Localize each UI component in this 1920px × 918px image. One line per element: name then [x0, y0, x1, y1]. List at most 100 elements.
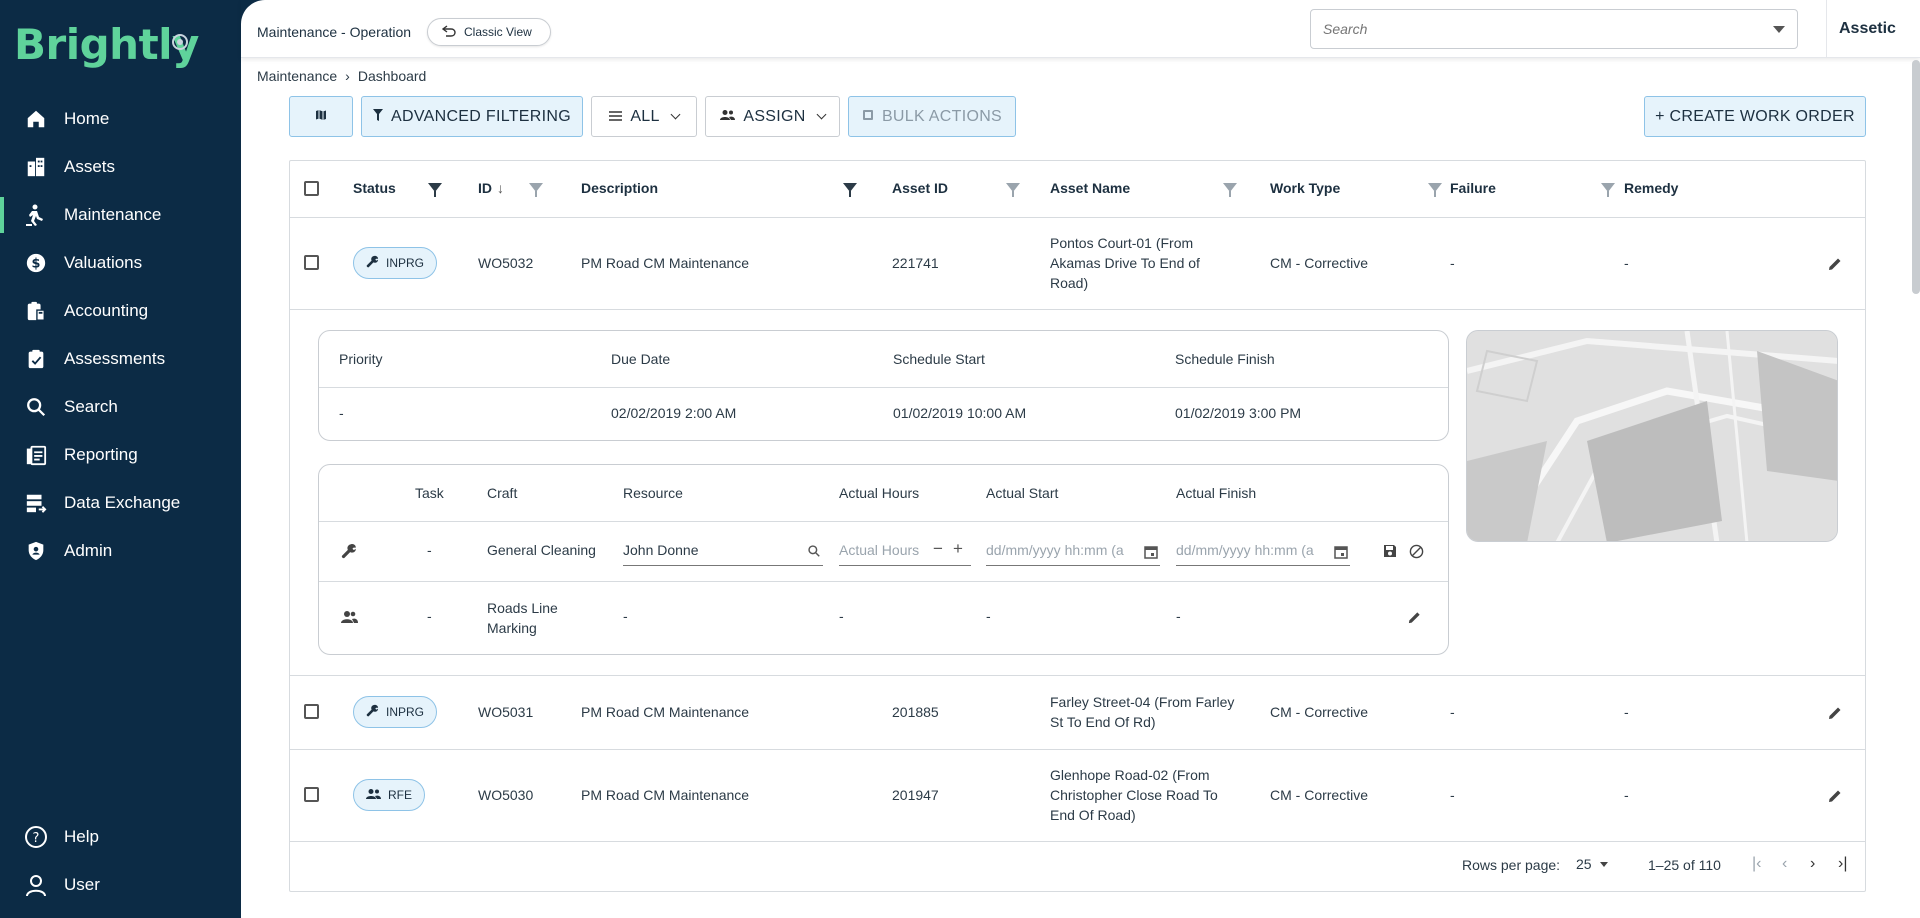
calendar-icon[interactable] — [1144, 545, 1158, 559]
id-filter-icon[interactable] — [529, 183, 543, 197]
sidebar-item-user[interactable]: User — [0, 863, 241, 907]
sort-desc-icon[interactable]: ↓ — [497, 180, 504, 196]
sidebar-item-valuations[interactable]: $ Valuations — [0, 241, 241, 285]
priority-header: Priority — [339, 351, 383, 367]
next-page-icon[interactable]: › — [1810, 855, 1815, 873]
remedy: - — [1624, 255, 1629, 271]
collapse-sidebar-icon[interactable] — [172, 34, 188, 50]
column-asset-id[interactable]: Asset ID — [892, 180, 948, 196]
sidebar-item-label: Accounting — [64, 301, 149, 320]
actual-hours-header: Actual Hours — [839, 485, 920, 501]
sidebar-item-search[interactable]: Search — [0, 385, 241, 429]
select-all-checkbox[interactable] — [304, 181, 319, 196]
sidebar-item-assets[interactable]: Assets — [0, 145, 241, 189]
actual-hours-field[interactable]: Actual Hours − + — [839, 535, 971, 566]
sidebar-item-assessments[interactable]: Assessments — [0, 337, 241, 381]
data-exchange-icon — [24, 491, 48, 515]
asset-id: 221741 — [892, 255, 939, 271]
table-row[interactable]: INPRG WO5032 PM Road CM Maintenance 2217… — [290, 218, 1865, 310]
sidebar-item-reporting[interactable]: Reporting — [0, 433, 241, 477]
prev-page-icon[interactable]: ‹ — [1782, 855, 1787, 873]
edit-icon[interactable] — [1827, 256, 1843, 272]
calendar-icon[interactable] — [1334, 545, 1348, 559]
sidebar-item-accounting[interactable]: Accounting — [0, 289, 241, 333]
column-work-type[interactable]: Work Type — [1270, 180, 1340, 196]
resource-input-value[interactable]: John Donne — [623, 542, 699, 558]
plus-icon[interactable]: + — [953, 539, 963, 559]
divider — [1826, 0, 1827, 58]
craft-line: Marking — [487, 620, 537, 636]
map-toggle-button[interactable] — [289, 96, 353, 137]
edit-icon[interactable] — [1827, 788, 1843, 804]
actual-start-placeholder[interactable]: dd/mm/yyyy hh:mm (a — [986, 542, 1124, 558]
asset-name-filter-icon[interactable] — [1223, 183, 1237, 197]
asset-id-filter-icon[interactable] — [1006, 183, 1020, 197]
rows-per-page-value[interactable]: 25 — [1576, 856, 1592, 872]
actual-start-field[interactable]: dd/mm/yyyy hh:mm (a — [986, 535, 1160, 566]
classic-view-button[interactable]: Classic View — [427, 18, 551, 46]
actual-finish-field[interactable]: dd/mm/yyyy hh:mm (a — [1176, 535, 1350, 566]
sidebar-item-label: Assets — [64, 157, 116, 176]
failure-filter-icon[interactable] — [1601, 183, 1615, 197]
failure: - — [1450, 255, 1455, 271]
work-order-id[interactable]: WO5031 — [478, 702, 533, 722]
sidebar-item-admin[interactable]: Admin — [0, 529, 241, 573]
search-icon[interactable] — [807, 544, 821, 558]
work-order-id[interactable]: WO5030 — [478, 785, 533, 805]
column-status[interactable]: Status — [353, 180, 396, 196]
sidebar-item-maintenance[interactable]: Maintenance — [0, 193, 241, 237]
work-type: CM - Corrective — [1270, 787, 1369, 803]
report-icon — [24, 443, 48, 467]
asset-name-line: Glenhope Road-02 (From — [1050, 767, 1210, 783]
breadcrumb-item-maintenance[interactable]: Maintenance — [257, 68, 337, 84]
scrollbar[interactable] — [1912, 60, 1920, 294]
work-order-id[interactable]: WO5032 — [478, 253, 533, 273]
row-checkbox[interactable] — [304, 704, 319, 719]
actual-finish-placeholder[interactable]: dd/mm/yyyy hh:mm (a — [1176, 542, 1314, 558]
asset-name-line: Farley Street-04 (From Farley — [1050, 694, 1235, 710]
advanced-filtering-button[interactable]: ADVANCED FILTERING — [361, 96, 583, 137]
view-all-dropdown[interactable]: ALL — [591, 96, 697, 137]
asset-map[interactable] — [1466, 330, 1838, 542]
bulk-actions-button[interactable]: BULK ACTIONS — [848, 96, 1016, 137]
search-input[interactable] — [1311, 10, 1751, 48]
create-work-order-button[interactable]: + CREATE WORK ORDER — [1644, 96, 1866, 137]
chevron-down-icon[interactable] — [1773, 26, 1785, 33]
minus-icon[interactable]: − — [933, 539, 943, 559]
column-remedy[interactable]: Remedy — [1624, 180, 1678, 196]
actual-hours-placeholder[interactable]: Actual Hours — [839, 542, 919, 558]
column-failure[interactable]: Failure — [1450, 180, 1496, 196]
edit-icon[interactable] — [1407, 610, 1422, 625]
work-type-filter-icon[interactable] — [1428, 183, 1442, 197]
rows-per-page-select[interactable]: 25 — [1576, 856, 1608, 872]
global-search[interactable] — [1310, 9, 1798, 49]
caret-down-icon — [1599, 861, 1608, 867]
row-checkbox[interactable] — [304, 787, 319, 802]
save-icon[interactable] — [1383, 544, 1397, 558]
assign-dropdown[interactable]: ASSIGN — [705, 96, 840, 137]
last-page-icon[interactable]: ›| — [1838, 855, 1847, 873]
status-filter-icon[interactable] — [428, 183, 442, 197]
row-checkbox[interactable] — [304, 255, 319, 270]
status-badge: INPRG — [353, 247, 438, 279]
edit-icon[interactable] — [1827, 705, 1843, 721]
sidebar: Brightly Home Assets Maintenance $ Valua… — [0, 0, 241, 918]
cancel-icon[interactable] — [1409, 544, 1424, 559]
column-description[interactable]: Description — [581, 180, 658, 196]
table-row[interactable]: RFE WO5030 PM Road CM Maintenance 201947… — [290, 750, 1865, 842]
sidebar-item-label: Admin — [64, 541, 113, 560]
description-filter-icon[interactable] — [843, 183, 857, 197]
wrench-icon — [366, 255, 379, 271]
resource-field[interactable]: John Donne — [623, 535, 823, 566]
sidebar-item-help[interactable]: ? Help — [0, 815, 241, 859]
first-page-icon[interactable]: |‹ — [1752, 855, 1761, 873]
brightly-logo[interactable]: Brightly — [14, 20, 199, 69]
column-id[interactable]: ID — [478, 180, 492, 196]
sidebar-item-home[interactable]: Home — [0, 97, 241, 141]
table-row[interactable]: INPRG WO5031 PM Road CM Maintenance 2018… — [290, 676, 1865, 750]
column-asset-name[interactable]: Asset Name — [1050, 180, 1130, 196]
sidebar-item-data-exchange[interactable]: Data Exchange — [0, 481, 241, 525]
remedy: - — [1624, 787, 1629, 803]
org-name[interactable]: Assetic — [1839, 20, 1896, 38]
back-arrow-icon — [441, 24, 456, 40]
